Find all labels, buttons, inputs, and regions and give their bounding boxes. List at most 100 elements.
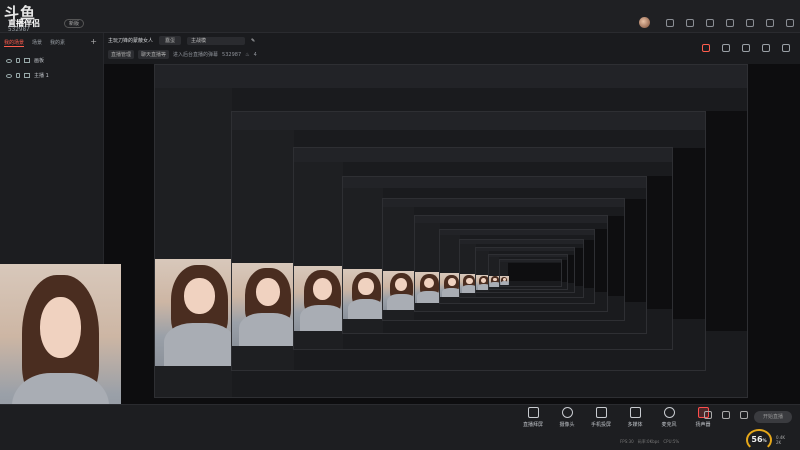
frame-fbar — [489, 254, 567, 258]
avatar[interactable] — [639, 17, 650, 28]
gear-icon[interactable] — [740, 411, 748, 419]
body-shape — [500, 281, 509, 285]
tool-label: 摄像头 — [559, 422, 575, 428]
room-title[interactable]: 主玩刀锋的蒙蔽女人 — [108, 37, 153, 44]
tool-label: 直播拜屏 — [522, 422, 543, 428]
scene-label: 主播 1 — [34, 73, 49, 79]
screenshot-icon[interactable] — [722, 411, 730, 419]
tab-scenes[interactable]: 场景 — [32, 39, 42, 47]
body-shape — [417, 290, 441, 303]
menu-icon[interactable] — [726, 18, 734, 27]
frame-fbar — [382, 198, 625, 208]
body-shape — [442, 287, 461, 298]
gauge-value: 56 — [751, 435, 763, 444]
bell-icon[interactable] — [762, 44, 770, 52]
phone-cast-button[interactable]: 手机投屏 — [590, 407, 612, 428]
tab-my-scenes[interactable]: 我的场景 — [4, 39, 25, 47]
frame-fbar — [499, 259, 562, 262]
media-icon — [629, 407, 641, 418]
maximize-icon[interactable] — [766, 18, 774, 27]
camera-button[interactable]: 摄像头 — [556, 407, 578, 428]
close-icon[interactable] — [786, 18, 794, 27]
scene-item[interactable]: 画板 — [0, 53, 103, 68]
lock-icon[interactable] — [722, 44, 730, 52]
frame-fbar — [439, 229, 594, 235]
clip-icon[interactable] — [742, 44, 750, 52]
bottom-toolbar: 直播拜屏 摄像头 手机投屏 多媒体 麦克风 扬声器 开始直播 FPS:30 码率… — [0, 404, 800, 450]
body-shape — [163, 322, 236, 366]
mini-controls — [704, 411, 748, 419]
top-bar: 斗鱼 直播伴侣 532987 新版 — [0, 0, 800, 33]
version-badge[interactable]: 新版 — [64, 19, 85, 28]
media-button[interactable]: 多媒体 — [624, 407, 646, 428]
nested-preview-frame — [498, 258, 563, 287]
online-text: 进入后台直播的弹幕 — [173, 52, 219, 58]
frame-fstage — [507, 263, 562, 281]
share-icon[interactable] — [782, 44, 790, 52]
app-window: 斗鱼 直播伴侣 532987 新版 我的场景 场景 我的素 + 画板 主播 1 … — [0, 0, 800, 450]
rename-input[interactable]: 主战模 — [187, 36, 246, 45]
face-shape — [312, 277, 333, 300]
gift-icon[interactable] — [702, 44, 710, 52]
chevron-down-icon[interactable] — [706, 18, 714, 27]
start-live-button[interactable]: 开始直播 — [754, 411, 792, 423]
window-controls — [639, 17, 794, 28]
fire-icon: ♨ — [245, 51, 250, 58]
message-icon[interactable] — [666, 18, 674, 27]
eye-icon[interactable] — [6, 58, 12, 63]
stat-fps: FPS:30 — [620, 439, 634, 444]
tool-label: 手机投屏 — [590, 422, 611, 428]
face-shape — [358, 277, 374, 295]
lock-icon[interactable] — [16, 73, 20, 78]
stat-cpu: CPU:5% — [663, 439, 680, 444]
category-tag[interactable]: 蠢蛋 — [159, 36, 182, 45]
lock-icon[interactable] — [16, 58, 20, 63]
scene-tabs: 我的场景 场景 我的素 — [0, 33, 103, 53]
camera-icon — [561, 407, 573, 418]
source-icon — [24, 73, 30, 78]
screen-share-button[interactable]: 直播拜屏 — [522, 407, 544, 428]
tool-buttons: 直播拜屏 摄像头 手机投屏 多媒体 麦克风 扬声器 — [522, 407, 714, 428]
room-header: 主玩刀锋的蒙蔽女人 蠢蛋 主战模 ✎ 直播管理 聊天直播等 进入后台直播的弹幕 … — [108, 36, 608, 62]
minimize-icon[interactable] — [746, 18, 754, 27]
stat-bitrate: 码率:0Kbps — [637, 439, 660, 444]
tool-label: 麦克风 — [661, 422, 677, 428]
topic-label[interactable]: 直播管理 — [108, 50, 135, 59]
tool-label: 扬声器 — [695, 422, 711, 428]
add-scene-button[interactable]: + — [90, 37, 97, 46]
gauge-unit: % — [762, 438, 767, 443]
phone-cast-icon — [595, 407, 607, 418]
frame-fbar — [232, 111, 706, 130]
header-actions — [702, 44, 790, 52]
performance-gauge: 56% — [746, 429, 772, 450]
edit-icon[interactable]: ✎ — [251, 38, 255, 44]
speed-down: 2K — [776, 440, 782, 445]
user-id: 532987 — [8, 26, 30, 33]
net-speed: 0.4K 2K — [776, 435, 785, 445]
face-shape — [39, 296, 82, 359]
frame-fbar — [476, 248, 574, 252]
tab-materials[interactable]: 我的素 — [50, 39, 65, 47]
source-icon — [24, 58, 30, 63]
skin-icon[interactable] — [686, 18, 694, 27]
body-shape — [347, 299, 385, 320]
face-shape — [184, 277, 215, 315]
stream-stats: FPS:30 码率:0Kbps CPU:5% — [620, 439, 679, 445]
face-shape — [255, 277, 280, 307]
topic-value[interactable]: 聊天直播等 — [138, 50, 170, 59]
tool-label: 多媒体 — [627, 422, 643, 428]
mic-button[interactable]: 麦克风 — [658, 407, 680, 428]
stream-preview[interactable] — [104, 64, 800, 404]
face-shape — [466, 277, 473, 284]
body-shape — [299, 305, 346, 332]
record-icon[interactable] — [704, 411, 712, 419]
scene-label: 画板 — [34, 58, 45, 64]
scene-item[interactable]: 主播 1 — [0, 68, 103, 83]
viewer-id: 532987 — [222, 51, 242, 58]
frame-fbar — [460, 240, 583, 245]
eye-icon[interactable] — [6, 73, 12, 78]
screen-share-icon — [527, 407, 539, 418]
frame-fbar — [414, 216, 608, 223]
frame-fbar — [155, 65, 747, 89]
nested-webcam — [499, 275, 510, 285]
